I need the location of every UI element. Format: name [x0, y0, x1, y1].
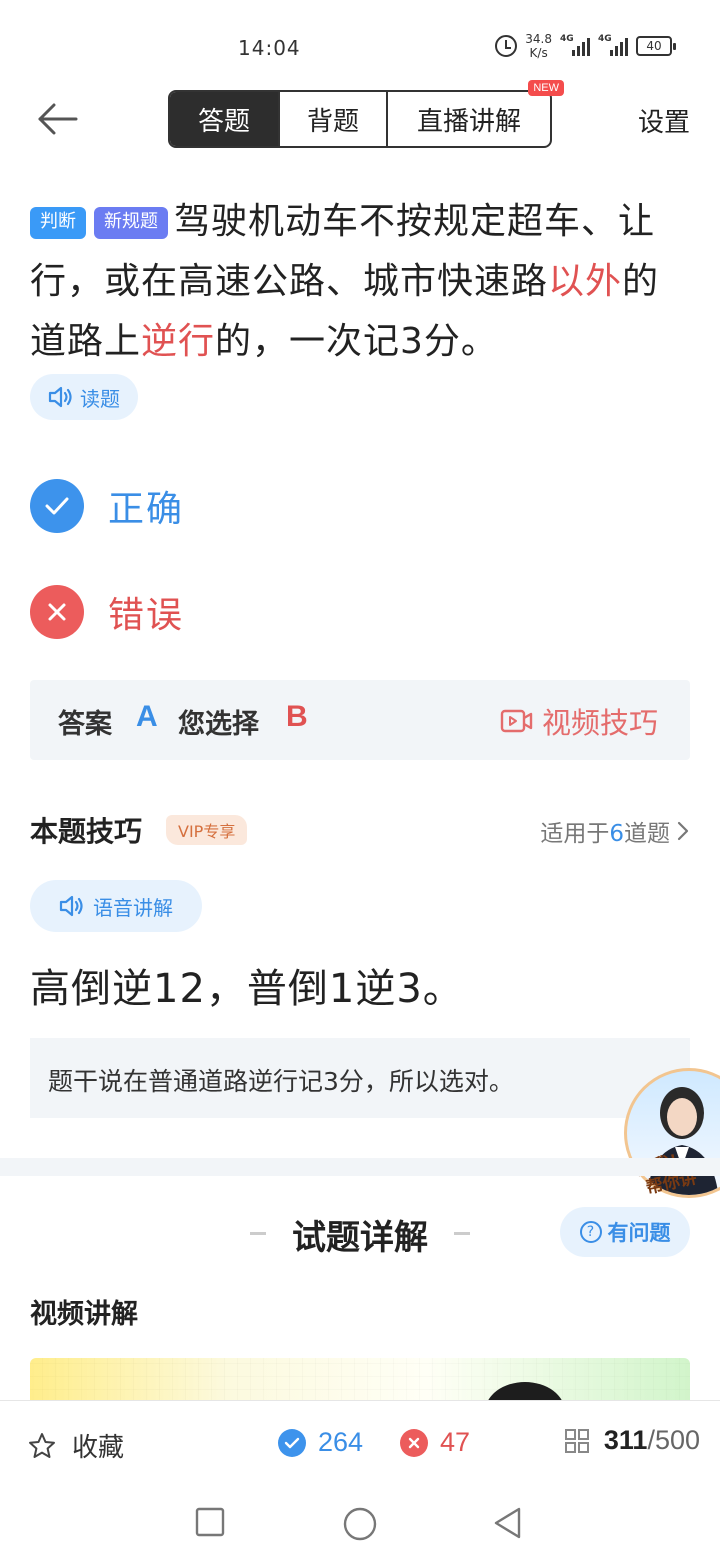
favorite-label: 收藏 — [72, 1433, 125, 1463]
option-wrong[interactable]: 错误 — [30, 584, 330, 640]
voice-explain-button[interactable]: 语音讲解 — [30, 880, 202, 932]
report-issue-button[interactable]: ? 有问题 — [560, 1207, 690, 1257]
answer-box: 答案 A 您选择 B 视频技巧 — [30, 680, 690, 760]
applies-to-link[interactable]: 适用于6道题 — [540, 814, 690, 848]
network-speed-value: 34.8 — [525, 32, 552, 46]
voice-explain-label: 语音讲解 — [93, 895, 173, 920]
status-icons: 34.8 K/s 4G 4G 40 — [495, 32, 676, 60]
video-thumbnail[interactable] — [30, 1358, 690, 1402]
status-bar: 14:04 34.8 K/s 4G 4G 40 — [0, 0, 720, 90]
back-arrow-icon — [38, 103, 78, 135]
bottom-bar: 收藏 264 47 311/500 — [0, 1400, 720, 1484]
alarm-icon — [495, 35, 518, 57]
mode-tabs: 答题 背题 直播讲解 NEW — [168, 80, 564, 148]
back-button[interactable] — [36, 100, 80, 138]
correct-count-value: 264 — [318, 1427, 364, 1457]
applies-prefix: 适用于 — [540, 821, 610, 847]
option-wrong-label: 错误 — [108, 595, 185, 636]
applies-suffix: 道题 — [624, 821, 670, 847]
network-speed: 34.8 K/s — [525, 32, 552, 60]
answer-label: 答案 — [58, 709, 112, 740]
check-icon — [30, 479, 84, 533]
tab-live-explain-label: 直播讲解 — [416, 106, 521, 137]
chosen-value: B — [286, 700, 308, 733]
chevron-right-icon — [677, 821, 689, 841]
tips-title: 本题技巧 — [30, 815, 143, 848]
tab-recite[interactable]: 背题 — [280, 92, 388, 146]
cross-icon — [400, 1428, 428, 1457]
settings-button[interactable]: 设置 — [638, 102, 690, 139]
network-type-label: 4G — [560, 34, 574, 44]
answer-value: A — [136, 700, 158, 733]
explanation-box: 题干说在普通道路逆行记3分，所以选对。 — [30, 1038, 690, 1118]
wrong-count: 47 — [400, 1427, 470, 1458]
video-camera-icon — [500, 709, 533, 733]
recent-apps-icon[interactable] — [194, 1506, 226, 1538]
chosen-label: 您选择 — [178, 709, 259, 740]
video-presenter-image — [485, 1382, 565, 1402]
signal-icon: 4G — [560, 34, 590, 56]
question-text: 判断 新规题 驾驶机动车不按规定超车、让行，或在高速公路、城市快速路以外的道路上逆行… — [30, 192, 690, 372]
question-type-tag: 判断 — [30, 207, 86, 239]
question-highlight-1: 以外 — [548, 261, 623, 302]
favorite-button[interactable]: 收藏 — [28, 1427, 124, 1464]
question-text-part3: 的，一次记3分。 — [215, 321, 498, 362]
grid-icon — [564, 1428, 589, 1453]
applies-count: 6 — [609, 821, 624, 847]
check-icon — [278, 1428, 306, 1457]
wrong-count-value: 47 — [440, 1427, 471, 1457]
star-icon — [29, 1432, 55, 1458]
tab-answer[interactable]: 答题 — [170, 92, 280, 146]
read-question-label: 读题 — [80, 386, 120, 411]
header: 答题 背题 直播讲解 NEW 设置 — [0, 80, 720, 150]
nav-back-icon[interactable] — [492, 1506, 524, 1540]
progress-total: /500 — [647, 1425, 700, 1455]
progress-current: 311 — [603, 1425, 648, 1455]
battery-icon: 40 — [636, 36, 676, 56]
home-icon[interactable] — [342, 1506, 378, 1542]
question-mark-icon: ? — [579, 1221, 602, 1243]
mnemonic-text: 高倒逆12，普倒1逆3。 — [30, 966, 464, 1012]
correct-count: 264 — [278, 1427, 363, 1458]
signal-icon-2: 4G — [598, 34, 628, 56]
new-badge: NEW — [528, 80, 564, 96]
video-tips-button[interactable]: 视频技巧 — [500, 700, 658, 742]
new-rule-tag: 新规题 — [94, 207, 168, 239]
title-dash-right — [454, 1232, 470, 1235]
option-correct-label: 正确 — [108, 489, 185, 530]
speaker-icon — [59, 895, 83, 917]
video-tips-label: 视频技巧 — [541, 706, 658, 740]
option-correct[interactable]: 正确 — [30, 478, 330, 534]
network-speed-unit: K/s — [529, 46, 548, 60]
network-type-label-2: 4G — [598, 34, 612, 44]
vip-tag: VIP专享 — [166, 815, 248, 845]
video-heading: 视频讲解 — [30, 1299, 138, 1330]
question-highlight-2: 逆行 — [141, 321, 216, 362]
cross-icon — [30, 585, 84, 639]
system-nav-bar — [0, 1484, 720, 1563]
status-time: 14:04 — [238, 36, 301, 60]
read-question-button[interactable]: 读题 — [30, 374, 138, 420]
ask-tutor-avatar[interactable]: 点我！ 帮你讲 — [624, 1068, 720, 1206]
speaker-icon — [48, 386, 72, 408]
report-issue-label: 有问题 — [607, 1221, 671, 1245]
question-progress-button[interactable]: 311/500 — [564, 1425, 700, 1456]
tab-live-explain[interactable]: 直播讲解 NEW — [388, 80, 564, 146]
section-divider — [0, 1158, 720, 1176]
